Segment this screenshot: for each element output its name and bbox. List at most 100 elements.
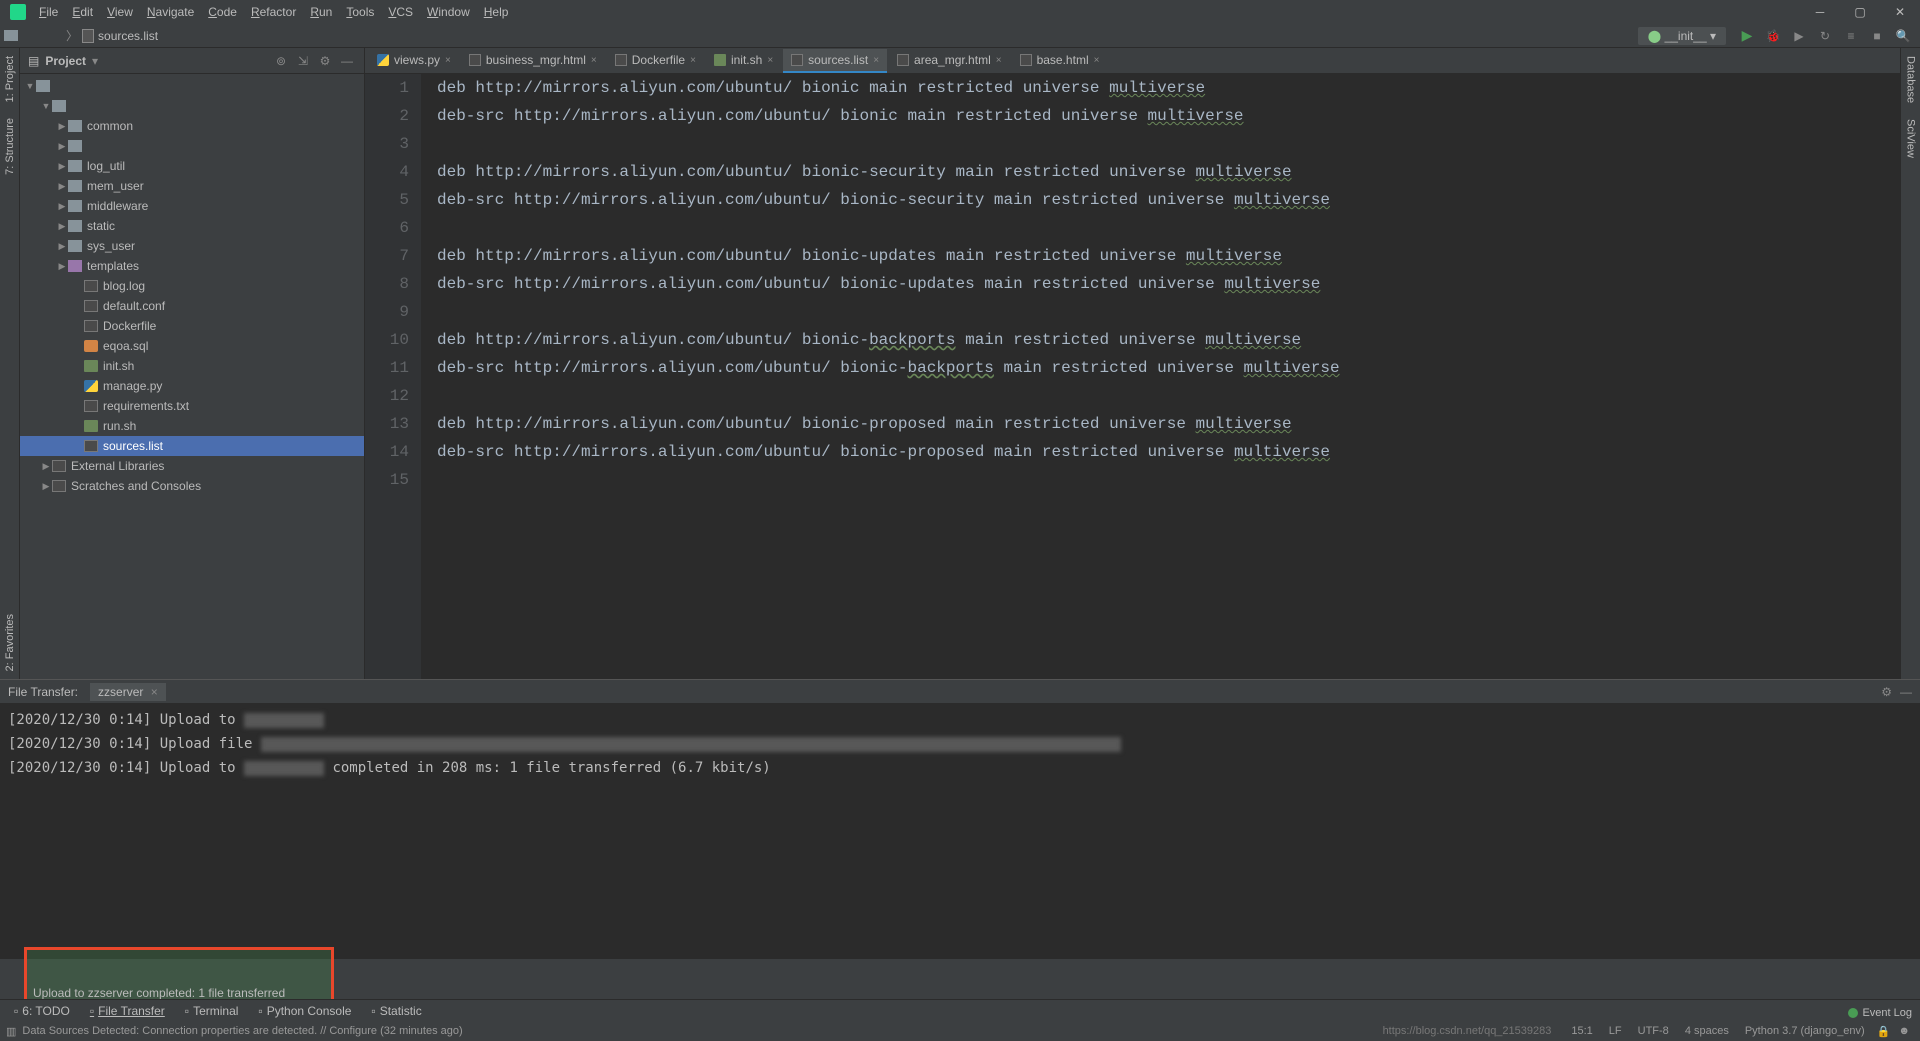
breadcrumb-file[interactable]: sources.list — [98, 29, 158, 43]
database-tool-button[interactable]: Database — [1905, 56, 1917, 103]
lock-icon[interactable]: 🔒 — [1877, 1025, 1891, 1038]
profile-button[interactable]: ↻ — [1815, 28, 1835, 44]
tree-item-common[interactable]: ▶common — [20, 116, 364, 136]
close-tab-icon[interactable]: × — [996, 55, 1002, 66]
expand-arrow-icon[interactable]: ▶ — [56, 141, 68, 152]
hide-icon[interactable]: — — [338, 52, 356, 70]
menu-run[interactable]: Run — [303, 5, 339, 19]
tree-item-run.sh[interactable]: run.sh — [20, 416, 364, 436]
bottom-tab-statistic[interactable]: ▫Statistic — [361, 1004, 431, 1018]
expand-arrow-icon[interactable]: ▶ — [56, 201, 68, 212]
tree-item-sys_user[interactable]: ▶sys_user — [20, 236, 364, 256]
tree-item-blog.log[interactable]: blog.log — [20, 276, 364, 296]
close-tab-icon[interactable]: × — [1094, 55, 1100, 66]
run-config-dropdown[interactable]: ⬤ __init__ ▾ — [1638, 27, 1726, 45]
project-tree[interactable]: ▼▼▶common▶▶log_util▶mem_user▶middleware▶… — [20, 74, 364, 679]
tab-init-sh[interactable]: init.sh× — [706, 49, 781, 73]
tab-sources-list[interactable]: sources.list× — [783, 49, 887, 73]
panel-content[interactable]: [2020/12/30 0:14] Upload to [2020/12/30 … — [0, 704, 1920, 959]
notification-popup[interactable]: Upload to zzserver completed: 1 file tra… — [24, 947, 334, 1007]
attach-button[interactable]: ≡ — [1841, 28, 1861, 44]
close-tab-icon[interactable]: × — [151, 685, 158, 699]
interpreter[interactable]: Python 3.7 (django_env) — [1745, 1025, 1865, 1037]
code-content[interactable]: deb http://mirrors.aliyun.com/ubuntu/ bi… — [421, 74, 1900, 679]
run-button[interactable]: ▶ — [1737, 28, 1757, 44]
project-tool-button[interactable]: 1: Project — [4, 56, 16, 102]
tree-item-init.sh[interactable]: init.sh — [20, 356, 364, 376]
maximize-button[interactable]: ▢ — [1840, 0, 1880, 24]
gear-icon[interactable]: ⚙ — [316, 52, 334, 70]
bottom-tab-python-console[interactable]: ▫Python Console — [248, 1004, 361, 1018]
menu-code[interactable]: Code — [201, 5, 244, 19]
favorites-tool-button[interactable]: 2: Favorites — [4, 614, 16, 671]
sciview-tool-button[interactable]: SciView — [1905, 119, 1917, 158]
structure-tool-button[interactable]: 7: Structure — [4, 118, 16, 175]
menu-edit[interactable]: Edit — [65, 5, 100, 19]
close-tab-icon[interactable]: × — [591, 55, 597, 66]
tab-area_mgr-html[interactable]: area_mgr.html× — [889, 49, 1010, 73]
menu-vcs[interactable]: VCS — [381, 5, 420, 19]
expand-arrow-icon[interactable]: ▶ — [40, 481, 52, 492]
stop-button[interactable]: ■ — [1867, 28, 1887, 44]
menu-window[interactable]: Window — [420, 5, 477, 19]
encoding[interactable]: UTF-8 — [1638, 1025, 1669, 1037]
menu-view[interactable]: View — [100, 5, 140, 19]
tab-views-py[interactable]: views.py× — [369, 49, 459, 73]
close-tab-icon[interactable]: × — [767, 55, 773, 66]
close-tab-icon[interactable]: × — [690, 55, 696, 66]
tree-item-eqoa.sql[interactable]: eqoa.sql — [20, 336, 364, 356]
tree-item-middleware[interactable]: ▶middleware — [20, 196, 364, 216]
search-icon[interactable]: 🔍 — [1893, 28, 1913, 44]
code-editor[interactable]: 123456789101112131415 deb http://mirrors… — [365, 74, 1900, 679]
hide-panel-icon[interactable]: — — [1900, 685, 1912, 699]
expand-arrow-icon[interactable]: ▼ — [40, 101, 52, 111]
tree-item-static[interactable]: ▶static — [20, 216, 364, 236]
debug-button[interactable]: 🐞 — [1763, 28, 1783, 44]
tree-item-Scratches and Consoles[interactable]: ▶Scratches and Consoles — [20, 476, 364, 496]
tree-item-manage.py[interactable]: manage.py — [20, 376, 364, 396]
target-icon[interactable]: ⊚ — [272, 52, 290, 70]
tab-business_mgr-html[interactable]: business_mgr.html× — [461, 49, 605, 73]
event-log-button[interactable]: Event Log — [1848, 1007, 1912, 1019]
tree-item-root[interactable]: ▼ — [20, 96, 364, 116]
minimize-button[interactable]: ─ — [1800, 0, 1840, 24]
tree-item-root[interactable]: ▶ — [20, 136, 364, 156]
tree-item-External Libraries[interactable]: ▶External Libraries — [20, 456, 364, 476]
inspection-icon[interactable]: ☻ — [1898, 1025, 1910, 1037]
close-button[interactable]: ✕ — [1880, 0, 1920, 24]
tree-item-mem_user[interactable]: ▶mem_user — [20, 176, 364, 196]
expand-arrow-icon[interactable]: ▶ — [56, 161, 68, 172]
run-coverage-button[interactable]: ▶ — [1789, 28, 1809, 44]
close-tab-icon[interactable]: × — [445, 55, 451, 66]
caret-position[interactable]: 15:1 — [1571, 1025, 1592, 1037]
expand-arrow-icon[interactable]: ▶ — [56, 181, 68, 192]
tree-item-Dockerfile[interactable]: Dockerfile — [20, 316, 364, 336]
close-tab-icon[interactable]: × — [873, 55, 879, 66]
tab-base-html[interactable]: base.html× — [1012, 49, 1108, 73]
menu-file[interactable]: File — [32, 5, 65, 19]
expand-arrow-icon[interactable]: ▼ — [24, 81, 36, 91]
tree-item-root[interactable]: ▼ — [20, 76, 364, 96]
menu-refactor[interactable]: Refactor — [244, 5, 303, 19]
tab-Dockerfile[interactable]: Dockerfile× — [607, 49, 704, 73]
line-ending[interactable]: LF — [1609, 1025, 1622, 1037]
indent-info[interactable]: 4 spaces — [1685, 1025, 1729, 1037]
expand-arrow-icon[interactable]: ▶ — [56, 121, 68, 132]
tool-window-icon[interactable]: ▥ — [6, 1025, 16, 1038]
menu-navigate[interactable]: Navigate — [140, 5, 201, 19]
dropdown-arrow-icon[interactable]: ▾ — [92, 54, 98, 68]
expand-icon[interactable]: ⇲ — [294, 52, 312, 70]
expand-arrow-icon[interactable]: ▶ — [40, 461, 52, 472]
tree-item-sources.list[interactable]: sources.list — [20, 436, 364, 456]
expand-arrow-icon[interactable]: ▶ — [56, 241, 68, 252]
tree-item-requirements.txt[interactable]: requirements.txt — [20, 396, 364, 416]
expand-arrow-icon[interactable]: ▶ — [56, 221, 68, 232]
gear-icon[interactable]: ⚙ — [1881, 685, 1892, 699]
tree-item-templates[interactable]: ▶templates — [20, 256, 364, 276]
bottom-tab-file-transfer[interactable]: ▫File Transfer — [80, 1004, 175, 1018]
bottom-tab-terminal[interactable]: ▫Terminal — [175, 1004, 249, 1018]
expand-arrow-icon[interactable]: ▶ — [56, 261, 68, 272]
menu-help[interactable]: Help — [477, 5, 516, 19]
tree-item-default.conf[interactable]: default.conf — [20, 296, 364, 316]
status-message[interactable]: Data Sources Detected: Connection proper… — [22, 1025, 462, 1037]
